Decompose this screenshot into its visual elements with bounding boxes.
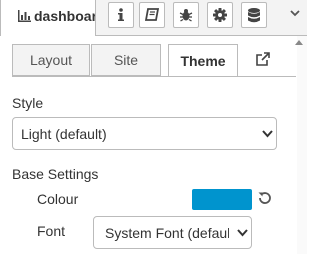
subtab-bar: Layout Site Theme bbox=[12, 44, 247, 77]
chevron-down-icon bbox=[237, 229, 248, 237]
tab-dashboard-label: dashboard bbox=[34, 8, 95, 24]
context-data-button[interactable] bbox=[241, 2, 267, 28]
style-select[interactable]: Light (default) bbox=[12, 117, 277, 150]
book-icon bbox=[145, 8, 159, 21]
bar-chart-icon bbox=[18, 10, 31, 22]
colour-swatch[interactable] bbox=[192, 189, 252, 210]
reset-icon[interactable] bbox=[258, 191, 272, 205]
colour-label: Colour bbox=[37, 191, 79, 207]
style-label: Style bbox=[12, 95, 44, 111]
scroll-up-icon[interactable] bbox=[295, 40, 303, 45]
database-icon bbox=[248, 7, 260, 22]
help-button[interactable] bbox=[139, 2, 165, 28]
tab-site[interactable]: Site bbox=[91, 44, 161, 76]
tab-layout[interactable]: Layout bbox=[12, 44, 90, 76]
tab-dashboard[interactable]: dashboard bbox=[0, 0, 96, 36]
base-settings-heading: Base Settings bbox=[12, 166, 99, 182]
chevron-down-icon[interactable] bbox=[290, 10, 300, 17]
style-select-value: Light (default) bbox=[21, 126, 107, 142]
scrollbar[interactable] bbox=[297, 36, 307, 254]
debug-button[interactable] bbox=[173, 2, 199, 28]
chevron-down-icon bbox=[262, 130, 273, 138]
info-button[interactable] bbox=[108, 2, 134, 28]
font-label: Font bbox=[37, 223, 66, 239]
font-select-value: System Font (default) bbox=[105, 225, 229, 241]
font-select[interactable]: System Font (default) bbox=[93, 216, 252, 249]
tab-theme[interactable]: Theme bbox=[168, 44, 238, 77]
bug-icon bbox=[179, 9, 193, 22]
settings-button[interactable] bbox=[207, 2, 233, 28]
subtab-divider bbox=[12, 76, 296, 77]
gear-icon bbox=[213, 8, 227, 22]
external-link-icon[interactable] bbox=[256, 52, 270, 66]
info-icon bbox=[118, 8, 124, 21]
